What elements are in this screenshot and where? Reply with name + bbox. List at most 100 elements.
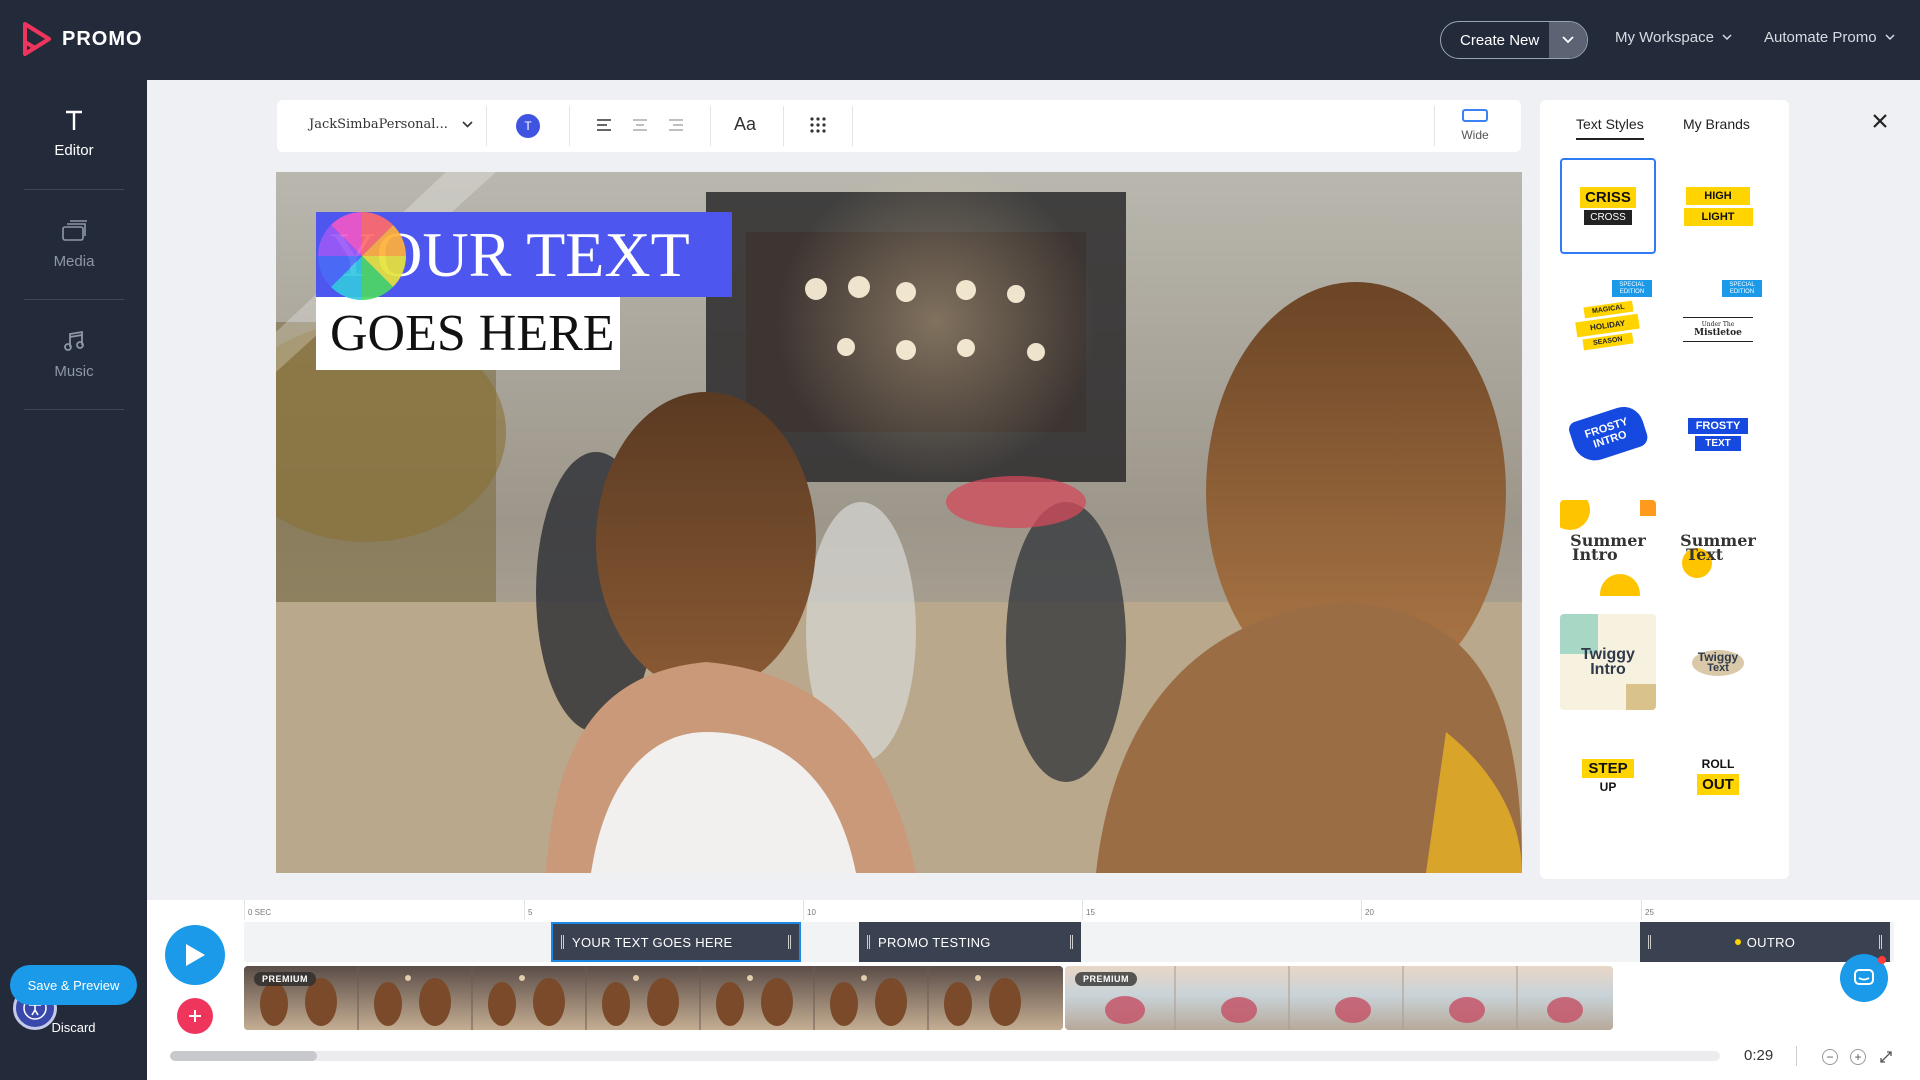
clip-label: PROMO TESTING [878,934,991,950]
sidebar-item-label: Music [54,363,94,380]
fit-expand-icon[interactable] [1878,1049,1894,1065]
toolbar-divider [569,106,570,146]
chevron-down-icon [1885,34,1895,41]
clip-handle-left[interactable] [561,935,564,949]
style-subtitle: TEXT [1695,435,1741,451]
close-panel-icon[interactable] [1872,104,1888,136]
clip-handle-left[interactable] [867,935,870,949]
save-preview-button[interactable]: Save & Preview [10,965,137,1005]
font-name: JackSimbaPersonal... [309,117,448,132]
style-subtitle: Mistletoe [1683,328,1753,342]
tab-my-brands[interactable]: My Brands [1683,116,1750,138]
wide-aspect-icon [1462,109,1488,122]
my-workspace-menu[interactable]: My Workspace [1615,29,1732,46]
toolbar-divider [710,106,711,146]
font-select[interactable]: JackSimbaPersonal... [309,117,473,132]
discard-button[interactable]: Discard [0,1020,147,1035]
sidebar-item-media[interactable]: Media [24,190,124,300]
chevron-down-icon [1722,34,1732,41]
toolbar-divider [486,106,487,146]
align-left-icon[interactable] [596,118,612,132]
chevron-down-icon [462,121,473,128]
play-button[interactable] [165,925,225,985]
style-title: Under The [1683,316,1753,328]
zoom-divider [1796,1046,1797,1066]
style-subtitle: Text [1707,661,1729,674]
promo-logo[interactable]: PROMO [22,22,143,56]
pinwheel-sticker-icon[interactable] [314,208,410,304]
sidebar-item-editor[interactable]: Editor [24,80,124,190]
play-logo-icon [23,22,51,56]
ruler-tick-label: 5 [528,908,533,917]
timeline-clip-your-text[interactable]: YOUR TEXT GOES HERE [551,922,801,962]
style-high-light[interactable]: HIGH LIGHT [1670,158,1766,254]
style-mistletoe[interactable]: SPECIAL EDITION Under The Mistletoe [1670,272,1766,368]
add-scene-button[interactable] [177,998,213,1034]
decor-shape [1626,684,1656,710]
style-roll-out[interactable]: ROLL OUT [1670,728,1766,824]
video-track-clip-festival[interactable]: PREMIUM [244,966,1063,1030]
style-title: Twiggy [1697,649,1739,664]
style-title: Twiggy [1581,645,1635,663]
clip-handle-right[interactable] [1879,935,1882,949]
play-icon [186,944,205,966]
outro-dot-icon [1734,939,1741,945]
automate-promo-label: Automate Promo [1764,29,1877,46]
text-overlay-line2[interactable]: GOES HERE [316,297,620,370]
style-summer-text[interactable]: Summer Text [1670,500,1766,596]
style-magical-holiday[interactable]: SPECIAL EDITION MAGICAL HOLIDAY SEASON [1560,272,1656,368]
align-center-icon[interactable] [632,118,648,132]
beach-thumbnails [1065,966,1613,1030]
style-subtitle: Intro [1590,661,1626,678]
create-new-button[interactable]: Create New [1440,21,1588,59]
ruler-tick-line [1361,900,1362,920]
aspect-label: Wide [1461,128,1489,142]
frosty-intro-shape: FROSTY INTRO [1566,401,1650,467]
clip-handle-left[interactable] [1648,935,1651,949]
style-twiggy-intro[interactable]: Twiggy Intro [1560,614,1656,710]
decor-circle [1560,500,1590,530]
text-color-letter: T [524,119,532,133]
festival-thumbnails [244,966,1063,1030]
sidebar-item-label: Editor [54,142,94,159]
clip-handle-right[interactable] [1070,935,1073,949]
sidebar-item-music[interactable]: Music [24,300,124,410]
chevron-down-icon[interactable] [1549,22,1587,58]
style-subtitle: LIGHT [1683,207,1753,226]
zoom-out-icon[interactable]: − [1822,1049,1838,1065]
style-title: HIGH [1686,186,1750,205]
video-track-clip-beach[interactable]: PREMIUM [1065,966,1613,1030]
clip-handle-right[interactable] [788,935,791,949]
brand-name: PROMO [62,27,143,50]
style-title: STEP [1582,758,1634,778]
music-note-icon [64,330,84,351]
clip-label: YOUR TEXT GOES HERE [572,934,733,950]
style-frosty-intro[interactable]: FROSTY INTRO [1560,386,1656,482]
style-summer-intro[interactable]: Summer Intro [1560,500,1656,596]
ruler-tick-line [524,900,525,920]
text-size-button[interactable]: Aa [734,114,756,135]
chat-support-button[interactable] [1840,954,1888,1002]
style-title: CRISS [1580,187,1636,208]
automate-promo-menu[interactable]: Automate Promo [1764,29,1895,46]
more-grid-icon[interactable] [810,117,826,133]
zoom-in-icon[interactable]: + [1850,1049,1866,1065]
timeline-clip-promo-testing[interactable]: PROMO TESTING [859,922,1081,962]
style-criss-cross[interactable]: CRISS CROSS [1560,158,1656,254]
style-twiggy-text[interactable]: Twiggy Text [1670,614,1766,710]
ruler-tick-line [1641,900,1642,920]
ruler-tick-label: 25 [1645,908,1654,917]
style-step-up[interactable]: STEP UP [1560,728,1656,824]
timeline-scrollbar-thumb[interactable] [170,1051,317,1061]
style-subtitle: UP [1599,779,1617,794]
align-right-icon[interactable] [668,118,684,132]
ruler-tick-line [1082,900,1083,920]
aspect-wide-button[interactable]: Wide [1445,109,1505,142]
tab-text-styles[interactable]: Text Styles [1576,116,1644,140]
style-frosty-text[interactable]: FROSTY TEXT [1670,386,1766,482]
style-subtitle: Intro [1572,545,1618,564]
video-canvas[interactable]: YOUR TEXT GOES HERE [276,172,1522,873]
special-edition-badge: SPECIAL EDITION [1722,280,1762,298]
timeline-scrollbar[interactable] [170,1051,1720,1061]
text-color-button[interactable]: T [516,114,540,138]
